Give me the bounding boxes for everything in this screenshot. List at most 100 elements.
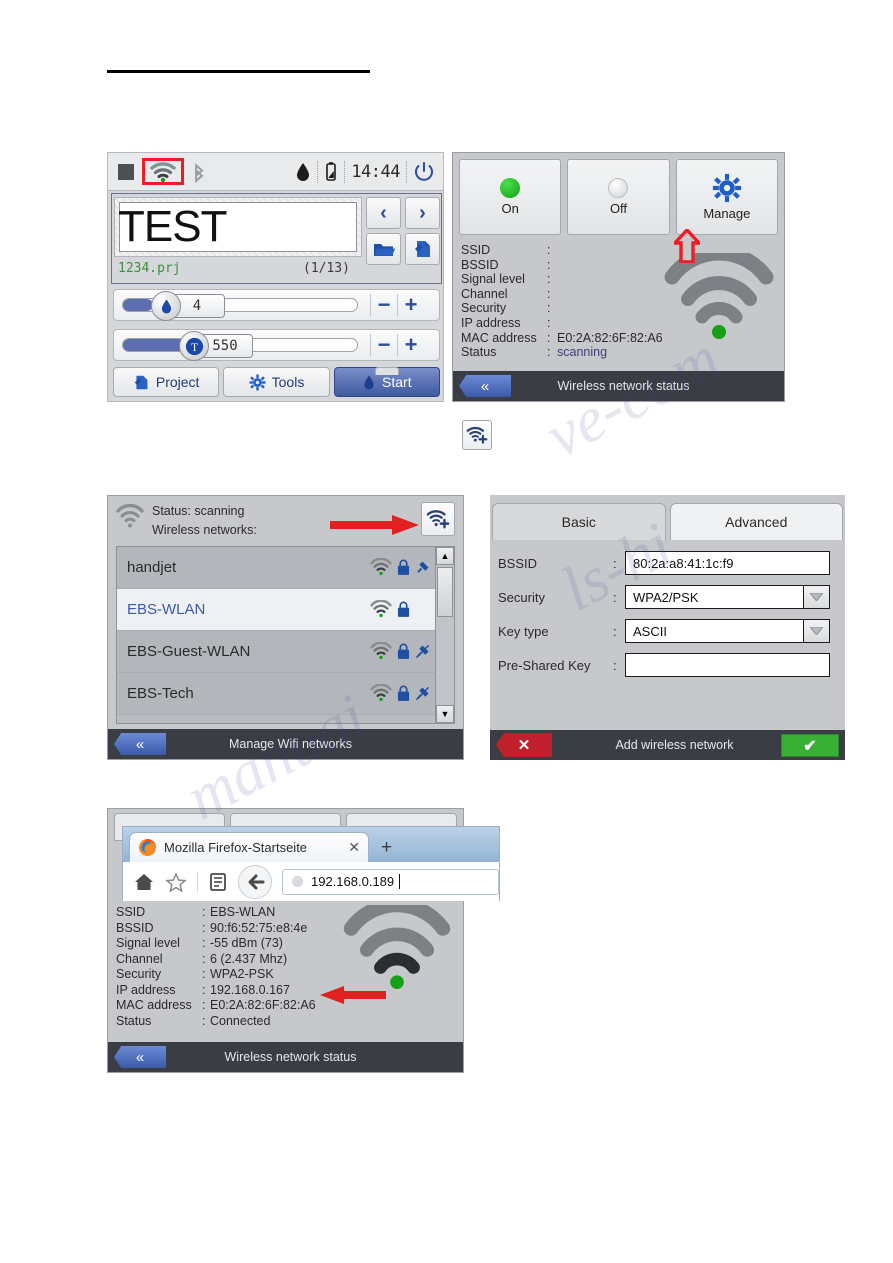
wifi-manage-button[interactable]: Manage xyxy=(675,159,778,235)
info-key: Channel xyxy=(461,286,508,301)
scrollbar-thumb[interactable] xyxy=(437,567,453,617)
next-button[interactable]: › xyxy=(405,197,440,229)
keytype-value: ASCII xyxy=(633,623,667,639)
info-row: SSID: EBS-WLAN xyxy=(116,905,276,919)
tab-advanced[interactable]: Advanced xyxy=(669,503,843,540)
add-wifi-icon xyxy=(426,510,450,529)
back-button[interactable]: « xyxy=(114,733,166,755)
scan-status-label: Status: scanning xyxy=(152,504,245,518)
info-key: MAC address xyxy=(461,330,537,345)
manage-wifi-panel: Status: scanning Wireless networks: hand… xyxy=(107,495,464,760)
plug-disconnected-icon xyxy=(415,686,430,701)
wifi-manage-label: Manage xyxy=(703,206,751,221)
network-list[interactable]: handjet EBS-WLAN EBS-Guest-WLAN EBS-Tech xyxy=(116,546,439,724)
project-menu-button[interactable]: Project xyxy=(113,367,220,397)
form-row-keytype: Key type : ASCII xyxy=(498,619,830,643)
ink-minus-button[interactable]: − xyxy=(371,292,397,318)
list-item[interactable]: EBS-Tech xyxy=(117,673,438,715)
form-row-bssid: BSSID : 80:2a:a8:41:1c:f9 xyxy=(498,551,830,575)
info-row: MAC address: E0:2A:82:6F:82:A6 xyxy=(461,330,663,345)
network-list-scrollbar[interactable]: ▲ ▼ xyxy=(435,546,455,724)
bssid-field[interactable]: 80:2a:a8:41:1c:f9 xyxy=(625,551,830,575)
close-icon[interactable]: ✕ xyxy=(348,839,360,856)
firefox-tab[interactable]: Mozilla Firefox-Startseite ✕ xyxy=(129,832,369,862)
wifi-status-highlight[interactable] xyxy=(142,158,184,185)
globe-icon xyxy=(291,875,304,888)
info-row: MAC address: E0:2A:82:6F:82:A6 xyxy=(116,998,316,1012)
info-row: Security: xyxy=(461,301,551,316)
back-button[interactable]: « xyxy=(459,375,511,397)
cancel-button[interactable]: ✕ xyxy=(496,733,552,757)
list-item[interactable]: EBS-WLAN xyxy=(117,589,438,631)
confirm-button[interactable]: ✔ xyxy=(781,734,839,757)
keytype-label: Key type xyxy=(498,623,549,639)
wifi-small-icon xyxy=(116,504,144,528)
wifi-on-button[interactable]: On xyxy=(459,159,562,235)
info-row: Signal level: xyxy=(461,272,551,287)
tools-button-label: Tools xyxy=(271,374,305,390)
security-select[interactable]: WPA2/PSK xyxy=(625,585,830,609)
resolution-slider-row[interactable]: 550 T − + xyxy=(113,329,440,361)
scroll-up-button[interactable]: ▲ xyxy=(436,547,454,565)
url-text: 192.168.0.189 xyxy=(311,874,395,889)
list-item[interactable]: handjet xyxy=(117,547,438,589)
text-cursor xyxy=(399,874,401,889)
folder-icon xyxy=(373,243,395,256)
power-icon[interactable] xyxy=(413,161,435,183)
firefox-logo-icon xyxy=(138,838,157,857)
chevron-down-icon[interactable] xyxy=(803,620,829,642)
ink-slider-knob[interactable] xyxy=(151,291,181,321)
tab-basic[interactable]: Basic xyxy=(492,503,666,540)
wifi-large-icon xyxy=(343,905,451,989)
bookmarks-icon[interactable] xyxy=(208,872,228,892)
open-folder-button[interactable] xyxy=(366,233,401,265)
ink-slider-track[interactable]: 4 xyxy=(122,291,358,321)
wifi-large-icon xyxy=(664,253,774,339)
svg-text:T: T xyxy=(191,341,198,353)
star-icon[interactable] xyxy=(165,871,187,892)
resolution-slider-track[interactable]: 550 T xyxy=(122,331,358,361)
project-button[interactable] xyxy=(405,233,440,265)
project-button-label: Project xyxy=(155,374,200,390)
add-wifi-icon xyxy=(466,426,488,444)
wifi-off-button[interactable]: Off xyxy=(567,159,670,235)
back-arrow-icon[interactable] xyxy=(238,864,272,899)
psk-field[interactable] xyxy=(625,653,830,677)
chevron-down-icon[interactable] xyxy=(803,586,829,608)
start-button-label: Start xyxy=(382,374,412,390)
prev-button[interactable]: ‹ xyxy=(366,197,401,229)
network-ssid: EBS-Tech xyxy=(127,685,194,702)
start-button[interactable]: Start xyxy=(333,367,440,397)
list-item[interactable]: EBS-Guest-WLAN xyxy=(117,631,438,673)
info-key: MAC address xyxy=(116,998,192,1012)
resolution-slider-knob[interactable]: T xyxy=(179,331,209,361)
resolution-plus-button[interactable]: + xyxy=(398,332,424,358)
info-value: WPA2-PSK xyxy=(210,967,274,981)
ink-plus-button[interactable]: + xyxy=(398,292,424,318)
tools-menu-button[interactable]: Tools xyxy=(223,367,330,397)
red-up-arrow-annotation xyxy=(674,229,700,263)
add-wifi-button[interactable] xyxy=(462,420,492,450)
panel4-footer: ✕ Add wireless network ✔ xyxy=(490,730,845,760)
wifi-signal-icon xyxy=(370,684,392,702)
gear-icon xyxy=(249,374,266,390)
back-button[interactable]: « xyxy=(114,1046,166,1068)
settings-tabs: Basic Advanced xyxy=(490,495,845,540)
form-row-psk: Pre-Shared Key : xyxy=(498,653,830,677)
home-icon[interactable] xyxy=(133,872,155,892)
psk-label: Pre-Shared Key xyxy=(498,657,591,673)
plug-icon xyxy=(417,561,429,573)
gear-icon xyxy=(712,173,741,203)
ink-slider-row[interactable]: 4 − + xyxy=(113,289,440,321)
add-network-button[interactable] xyxy=(421,502,455,536)
resolution-minus-button[interactable]: − xyxy=(371,332,397,358)
new-tab-button[interactable]: + xyxy=(381,837,392,859)
keytype-select[interactable]: ASCII xyxy=(625,619,830,643)
info-key: BSSID xyxy=(461,257,499,272)
device-status-bar: 14:44 xyxy=(108,153,443,191)
ink-drop-icon xyxy=(364,375,374,389)
info-row: Status: Connected xyxy=(116,1013,271,1028)
info-value: -55 dBm (73) xyxy=(210,936,283,950)
scroll-down-button[interactable]: ▼ xyxy=(436,705,454,723)
address-bar[interactable]: 192.168.0.189 xyxy=(282,868,499,895)
